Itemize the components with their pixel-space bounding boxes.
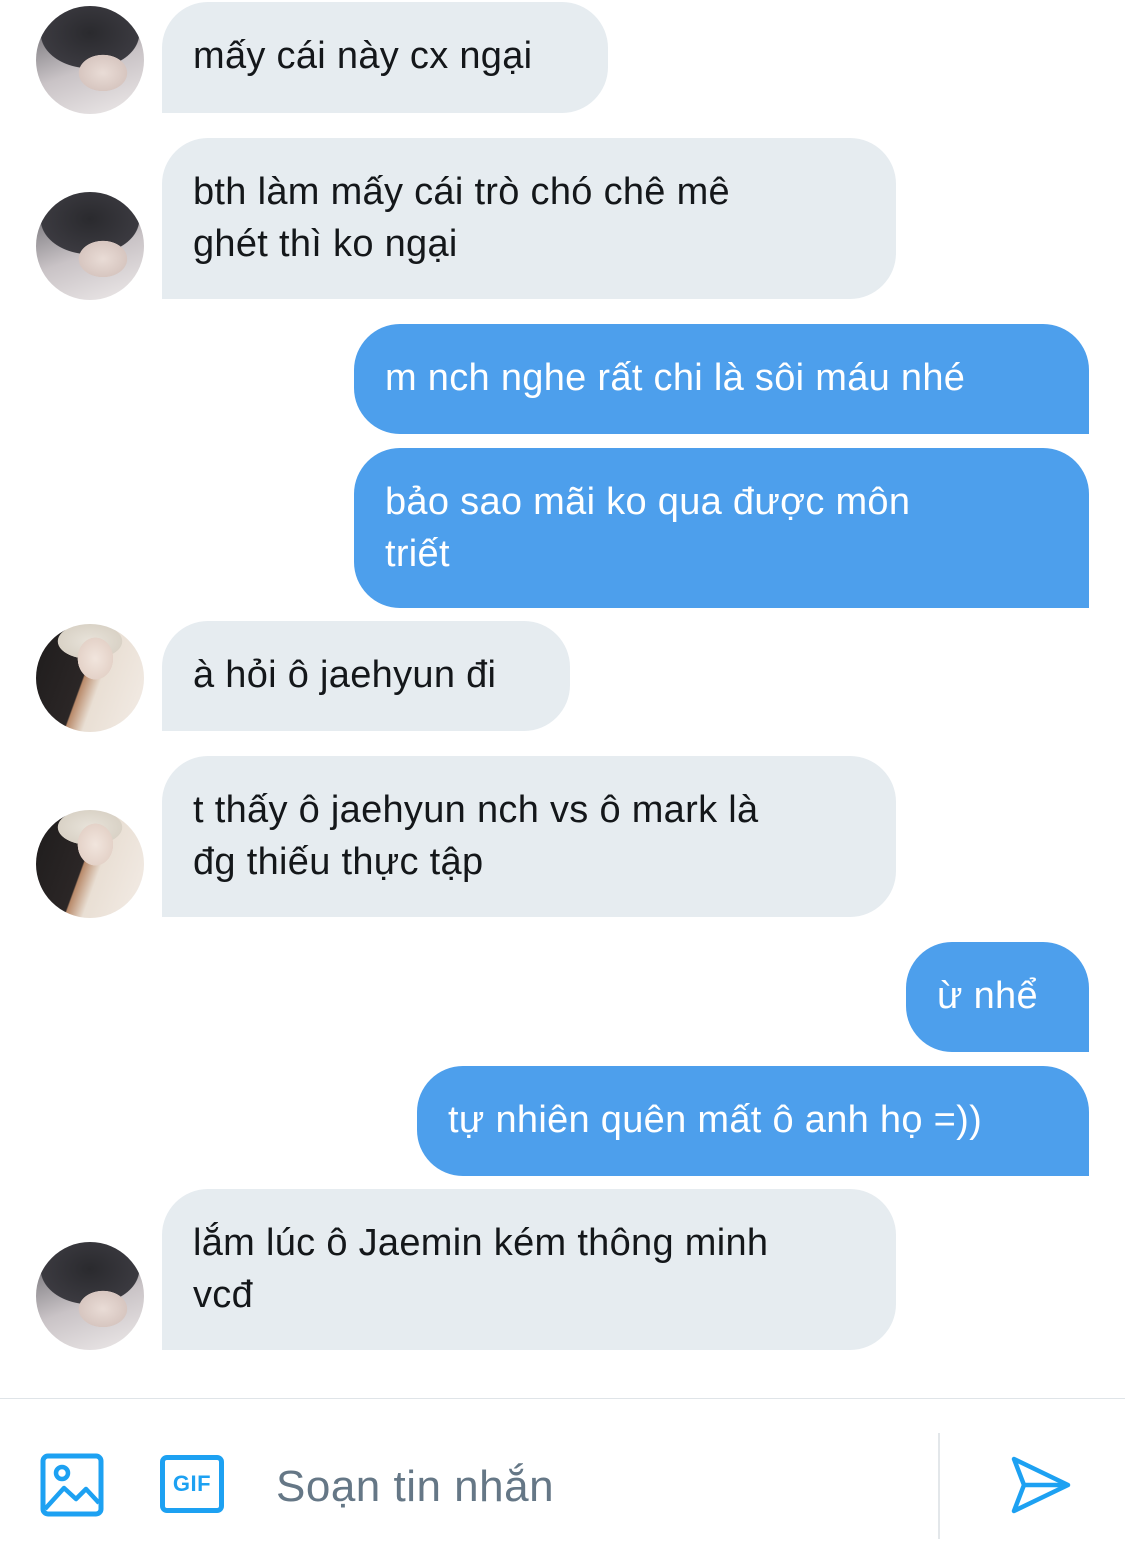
outgoing-message[interactable]: m nch nghe rất chi là sôi máu nhé — [354, 324, 1089, 434]
incoming-message[interactable]: mấy cái này cx ngại — [162, 2, 608, 113]
message-input[interactable]: Soạn tin nhắn — [276, 1461, 554, 1513]
avatar[interactable] — [36, 810, 144, 918]
outgoing-message[interactable]: bảo sao mãi ko qua được môn triết — [354, 448, 1089, 608]
divider — [938, 1433, 940, 1539]
image-icon[interactable] — [40, 1453, 104, 1517]
incoming-message[interactable]: bth làm mấy cái trò chó chê mê ghét thì … — [162, 138, 896, 299]
incoming-message[interactable]: lắm lúc ô Jaemin kém thông minh vcđ — [162, 1189, 896, 1350]
avatar[interactable] — [36, 192, 144, 300]
gif-button[interactable]: GIF — [160, 1455, 224, 1513]
avatar[interactable] — [36, 6, 144, 114]
outgoing-message[interactable]: tự nhiên quên mất ô anh họ =)) — [417, 1066, 1089, 1176]
gif-label: GIF — [172, 1471, 212, 1496]
message-composer: GIF Soạn tin nhắn — [0, 1398, 1125, 1555]
message-thread: mấy cái này cx ngại bth làm mấy cái trò … — [0, 0, 1125, 1398]
avatar[interactable] — [36, 624, 144, 732]
send-icon[interactable] — [1010, 1455, 1072, 1515]
outgoing-message[interactable]: ừ nhể — [906, 942, 1089, 1052]
avatar[interactable] — [36, 1242, 144, 1350]
incoming-message[interactable]: t thấy ô jaehyun nch vs ô mark là đg thi… — [162, 756, 896, 917]
incoming-message[interactable]: à hỏi ô jaehyun đi — [162, 621, 570, 731]
